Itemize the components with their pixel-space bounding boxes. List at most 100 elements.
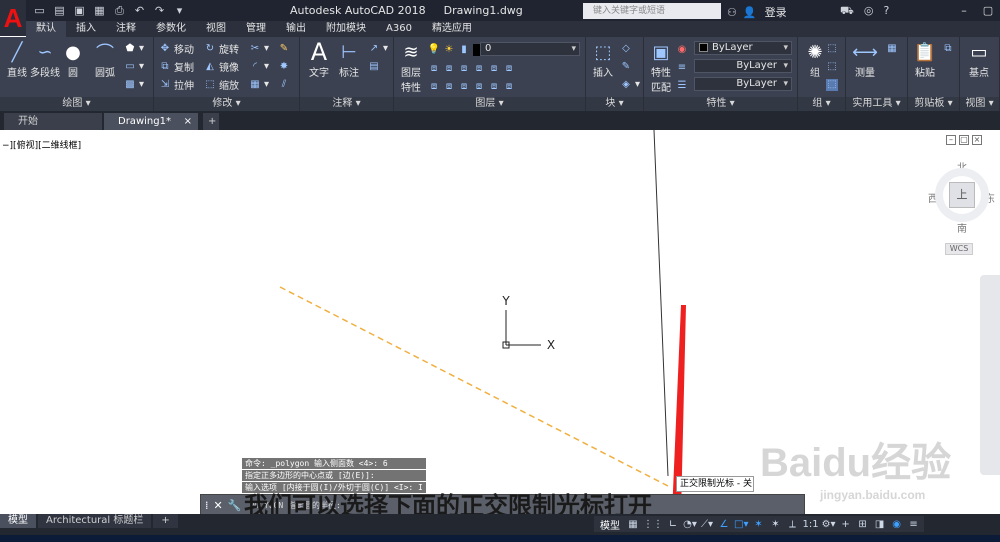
multileader-icon[interactable]: ↗ ▾ [368,41,388,56]
panel-title-clipboard[interactable]: 剪贴板 ▾ [908,97,959,111]
edit-block-icon[interactable]: ✎ [620,59,632,74]
ortho-icon[interactable]: ∟ [666,516,680,532]
viewcube-south[interactable]: 南 [957,220,967,235]
layer-dropdown[interactable]: 0 [480,42,580,56]
create-block-icon[interactable]: ◇ [620,41,632,56]
close-viewport-icon[interactable]: × [972,135,982,145]
tab-manage[interactable]: 管理 [236,21,276,37]
match-properties-button[interactable]: ▣ 特性 匹配 [644,40,678,95]
undo-icon[interactable]: ↶ [132,3,147,18]
tab-a360[interactable]: A360 [376,21,422,37]
viewcube[interactable]: 北 西 东 南 上 [927,154,997,254]
table-icon[interactable]: ▤ [368,59,380,74]
isolate-objects-icon[interactable]: ◨ [873,516,887,532]
offset-icon[interactable]: ⫽ [278,77,290,92]
group-select-icon[interactable]: ⬚ [826,77,838,92]
redo-icon[interactable]: ↷ [152,3,167,18]
text-button[interactable]: A 文字 [302,38,336,79]
paste-button[interactable]: 📋 粘贴 [908,40,942,80]
maximize-icon[interactable]: ▢ [976,0,1000,20]
rectangle-icon[interactable]: ▭ ▾ [124,59,144,74]
cart-icon[interactable]: ⛟ [840,4,854,19]
osnap-tracking-icon[interactable]: ∠ [717,516,731,532]
clean-screen-icon[interactable]: ◉ [890,516,904,532]
tab-output[interactable]: 输出 [276,21,316,37]
grip-icon[interactable]: ⁞ [205,499,209,512]
hatch-icon[interactable]: ▩ ▾ [124,77,144,92]
add-tab-button[interactable]: + [203,113,219,130]
insert-button[interactable]: ⬚ 插入 [586,40,620,80]
tab-view[interactable]: 视图 [196,21,236,37]
dimension-button[interactable]: ⊢ 标注 [332,40,366,80]
exchange-icon[interactable]: ◎ [864,4,874,19]
panel-title-block[interactable]: 块 ▾ [586,97,643,111]
customize-icon[interactable]: ≡ [907,516,921,532]
wcs-menu[interactable]: WCS [945,243,973,255]
minimize-viewport-icon[interactable]: – [946,135,956,145]
model-space-button[interactable]: 模型 [597,516,623,532]
plus-icon[interactable]: + [839,516,853,532]
drawing-canvas[interactable]: Y X −][俯视][二维线框] – ▢ × 北 西 东 南 上 WCS 命令:… [0,130,1000,514]
tab-insert[interactable]: 插入 [66,21,106,37]
arc-button[interactable]: ⌒ 圆弧 [88,40,122,79]
tab-addins[interactable]: 附加模块 [316,21,376,37]
navigation-bar[interactable] [980,275,1000,475]
move-button[interactable]: ✥ 移动 [159,41,194,56]
panel-title-modify[interactable]: 修改 ▾ [154,97,299,111]
close-tab-icon[interactable]: × [184,113,192,130]
save-icon[interactable]: ▣ [72,3,87,18]
layer-state-icons[interactable]: 💡 ☀ ▮ [428,42,485,57]
search-input[interactable]: 键入关键字或短语 [583,3,721,19]
polar-icon[interactable]: ◔▾ [683,516,697,532]
array-icon[interactable]: ▦ ▾ [249,77,269,92]
layer-tools-row2[interactable]: ⧈ ⧈ ⧈ ⧈ ⧈ ⧈ [428,79,515,94]
ungroup-icon[interactable]: ⬚ [826,41,838,56]
wrench-icon[interactable]: 🔧 [228,499,242,512]
panel-title-annotation[interactable]: 注释 ▾ [300,97,393,111]
user-icon[interactable]: 👤 [743,6,757,19]
scale-label[interactable]: 1:1 [802,516,818,532]
tab-annotate[interactable]: 注释 [106,21,146,37]
attribute-icon[interactable]: ◈ ▾ [620,77,640,92]
calculator-icon[interactable]: ▦ [886,41,898,56]
isodraft-icon[interactable]: ⟋▾ [700,516,714,532]
close-icon[interactable]: ✕ [214,499,223,512]
grid-icon[interactable]: ▦ [626,516,640,532]
viewport-controls[interactable]: −][俯视][二维线框] [2,138,81,151]
object-snap-icon[interactable]: □▾ [734,516,748,532]
circle-button[interactable]: ● 圆 [56,40,90,80]
copy-button[interactable]: ⧉ 复制 [159,59,194,74]
panel-title-layers[interactable]: 图层 ▾ [394,97,585,111]
snap-icon[interactable]: ⋮⋮ [643,516,663,532]
tab-start[interactable]: 开始 [4,113,102,130]
tab-parametric[interactable]: 参数化 [146,21,196,37]
settings-gear-icon[interactable]: ⚙▾ [822,516,836,532]
stretch-button[interactable]: ⇲ 拉伸 [159,77,194,92]
panel-title-view[interactable]: 视图 ▾ [960,97,999,111]
measure-button[interactable]: ⟷ 测量 [848,40,882,80]
tab-drawing1[interactable]: Drawing1* × [104,113,198,130]
print-icon[interactable]: ⎙ [112,3,127,18]
auto-scale-icon[interactable]: ✶ [768,516,782,532]
polygon-icon[interactable]: ⬟ ▾ [124,41,144,56]
open-icon[interactable]: ▤ [52,3,67,18]
restore-viewport-icon[interactable]: ▢ [959,135,969,145]
tab-default[interactable]: 默认 [26,21,66,37]
help-icon[interactable]: ? [883,4,889,19]
linetype-dropdown[interactable]: ByLayer [694,59,792,73]
panel-title-draw[interactable]: 绘图 ▾ [0,97,153,111]
fillet-icon[interactable]: ◜ ▾ [249,59,269,74]
erase-icon[interactable]: ✎ [278,41,290,56]
save-as-icon[interactable]: ▦ [92,3,107,18]
workspace-icon[interactable]: ▾ [172,3,187,18]
tab-featured[interactable]: 精选应用 [422,21,482,37]
panel-title-properties[interactable]: 特性 ▾ [644,97,797,111]
explode-icon[interactable]: ✸ [278,59,290,74]
layer-tools-row1[interactable]: ⧈ ⧈ ⧈ ⧈ ⧈ ⧈ [428,61,515,76]
minimize-icon[interactable]: – [952,0,976,20]
annotation-scale-icon[interactable]: ⟂ [785,516,799,532]
mirror-button[interactable]: ◭ 镜像 [204,59,239,74]
scale-button[interactable]: ⬚ 缩放 [204,77,239,92]
rotate-button[interactable]: ↻ 旋转 [204,41,239,56]
hardware-acceleration-icon[interactable]: ⊞ [856,516,870,532]
